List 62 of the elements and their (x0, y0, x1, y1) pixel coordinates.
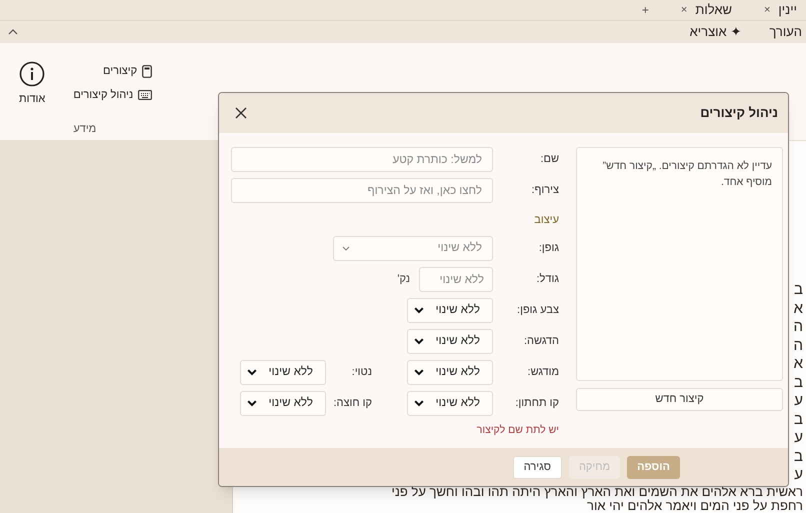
keyboard-icon (138, 90, 152, 100)
document-text: ב (794, 281, 803, 300)
chevron-down-icon (414, 369, 424, 376)
chevron-down-icon (414, 338, 424, 345)
about-button[interactable]: אודות (19, 61, 46, 108)
field-label: צבע גופן: (516, 303, 559, 318)
input-field[interactable]: לחצו כאן, ואז על הצירוף (231, 178, 493, 203)
field-label: נטוי: (350, 365, 373, 380)
document-text: ע (794, 429, 803, 448)
field-label: הדגשה: (522, 334, 559, 350)
chevron-down-icon (247, 400, 257, 407)
tab[interactable]: יינין × (744, 0, 806, 20)
group-label: מידע (73, 122, 96, 137)
document-text: ה (793, 318, 803, 336)
dialog-title: ניהול קיצורים (700, 104, 778, 122)
dropdown[interactable]: ללא שינוי (240, 360, 326, 385)
document-text: ב (794, 374, 803, 392)
list-message: עדיין לא הגדרתם קיצורים. „קיצור חדש” מוסיף אחד. (602, 159, 772, 190)
document-text: א (794, 300, 803, 318)
chevron-down-icon (342, 246, 350, 251)
document-text: ע (794, 392, 803, 410)
close-tab-button[interactable]: × (764, 2, 770, 18)
menu-tab[interactable]: ✦ אוצריא (690, 22, 742, 42)
document-text: רחפת על פני המים ויאמר אלהים יהי אור (587, 499, 803, 513)
section-heading: עיצוב (534, 212, 559, 228)
dialog-button[interactable]: סגירה (512, 456, 562, 478)
close-icon[interactable] (235, 107, 247, 119)
chevron-down-icon (414, 307, 424, 314)
document-text: ה (793, 336, 803, 355)
field-label: גודל: (536, 272, 559, 288)
new-shortcut-button[interactable]: קיצור חדש (576, 388, 783, 411)
ribbon-item[interactable]: ניהול קיצורים (73, 86, 152, 103)
info-icon (19, 61, 46, 87)
menu-tab[interactable]: העורך (769, 22, 802, 42)
dropdown[interactable]: ללא שינוי (407, 391, 493, 416)
dropdown[interactable]: ללא שינוי (407, 329, 493, 354)
document-text: ע (794, 466, 803, 484)
field-label: מודגש: (526, 365, 559, 380)
field-label: שם: (539, 152, 559, 168)
unit-label: נק' (397, 272, 410, 288)
field-label: קו תחתון: (514, 396, 559, 412)
collapse-icon[interactable] (8, 29, 18, 35)
field-label: קו חוצה: (332, 396, 373, 412)
size-field[interactable]: ללא שינוי (419, 267, 493, 292)
dropdown[interactable]: ללא שינוי (407, 360, 493, 385)
document-text: ב (794, 448, 803, 466)
dropdown[interactable]: ללא שינוי (240, 391, 326, 416)
dropdown[interactable]: ללא שינוי (407, 298, 493, 323)
ribbon-item[interactable]: קיצורים (102, 63, 152, 80)
new-tab-button[interactable]: + (630, 1, 661, 19)
field-label: גופן: (538, 241, 559, 256)
error-message: יש לתת שם לקיצור (476, 423, 559, 438)
field-label: צירוף: (530, 183, 559, 198)
document-text: ראשית ברא אלהים את השמים ואת הארץ והארץ היתה תהו ובהו וחשך על פני (391, 485, 803, 499)
tablet-icon (142, 64, 152, 78)
document-text: ב (794, 410, 803, 429)
chevron-down-icon (247, 369, 257, 376)
close-tab-button[interactable]: × (680, 2, 688, 18)
tab[interactable]: שאלות × (660, 0, 744, 20)
chevron-down-icon (414, 400, 424, 407)
document-text: א (794, 355, 803, 374)
input-field[interactable]: למשל: כותרת קטע (231, 147, 493, 172)
